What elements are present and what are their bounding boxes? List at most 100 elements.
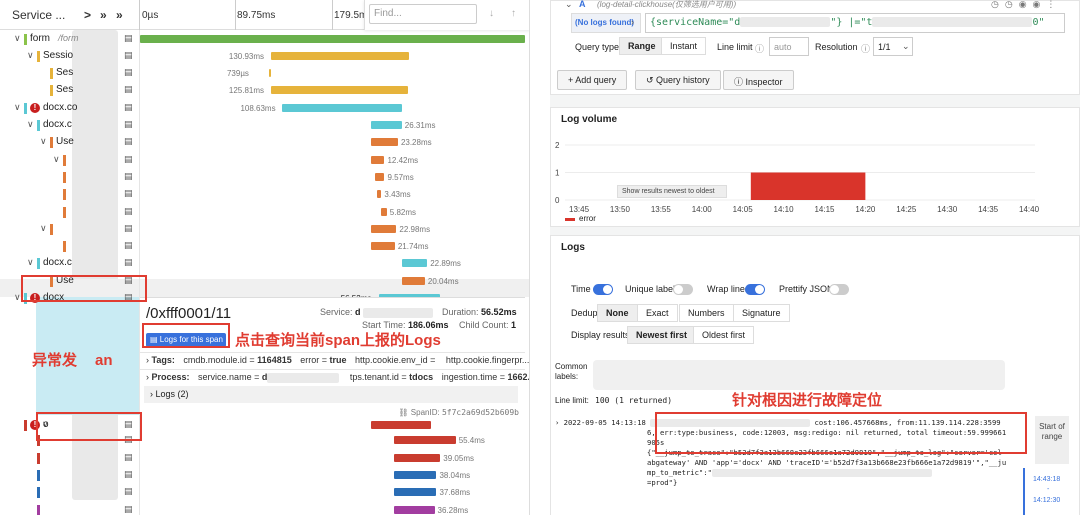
chevron-down-icon[interactable]: ∨: [53, 154, 60, 165]
span-row[interactable]: ∨ ▤ 22.98ms: [0, 221, 529, 238]
query-history-button[interactable]: ↺ Query history: [635, 70, 721, 90]
span-logs-icon[interactable]: ▤: [124, 223, 133, 234]
span-row[interactable]: ▤ 5.82ms: [0, 204, 529, 221]
unique-labels-label: Unique labels: [625, 284, 680, 294]
span-row[interactable]: ▤ 38.04ms: [0, 467, 529, 484]
span-duration-bar[interactable]: [282, 103, 402, 112]
chevron-down-icon[interactable]: ∨: [40, 223, 47, 234]
span-duration-bar[interactable]: [394, 488, 437, 497]
query-row-icons[interactable]: ◷◷◉◉⋮: [991, 0, 1061, 10]
expand-one-button[interactable]: »: [100, 8, 107, 22]
span-row[interactable]: ∨ Use ▤ 23.28ms: [0, 134, 529, 151]
logs-section[interactable]: › Logs (2): [144, 386, 518, 403]
collapse-one-button[interactable]: >: [84, 8, 91, 22]
span-row[interactable]: Ses ▤ 739µs: [0, 65, 529, 82]
span-row[interactable]: ▤ 39.05ms: [0, 450, 529, 467]
dedup-none[interactable]: None: [597, 304, 638, 322]
span-logs-icon[interactable]: ▤: [124, 154, 133, 165]
chevron-down-icon[interactable]: ∨: [40, 136, 47, 147]
span-logs-icon[interactable]: ▤: [124, 50, 133, 61]
span-duration-bar[interactable]: [371, 155, 385, 164]
span-row[interactable]: ∨! docx.co ▤ 108.63ms: [0, 100, 529, 117]
chevron-down-icon[interactable]: ∨: [14, 102, 21, 113]
span-row[interactable]: ▤ 36.28ms: [0, 502, 529, 515]
collapse-chevron-icon[interactable]: ⌄: [565, 0, 573, 10]
span-duration-bar[interactable]: [394, 453, 441, 462]
span-logs-icon[interactable]: ▤: [124, 240, 133, 251]
instant-option[interactable]: Instant: [661, 37, 707, 55]
span-row[interactable]: ∨ docx.c ▤ 26.31ms: [0, 117, 529, 134]
span-duration-bar[interactable]: [380, 207, 387, 216]
span-duration-bar[interactable]: [394, 470, 437, 479]
span-logs-icon[interactable]: ▤: [124, 188, 133, 199]
query-expression-input[interactable]: {serviceName="d "} |="t 0": [645, 13, 1065, 33]
span-logs-icon[interactable]: ▤: [124, 136, 133, 147]
span-logs-icon[interactable]: ▤: [124, 257, 133, 268]
span-duration-bar[interactable]: [371, 138, 398, 147]
dedup-exact[interactable]: Exact: [637, 304, 678, 322]
span-duration-bar[interactable]: [140, 34, 525, 43]
find-input[interactable]: Find...: [369, 4, 477, 24]
span-logs-icon[interactable]: ▤: [124, 33, 133, 44]
add-query-button[interactable]: + Add query: [557, 70, 628, 90]
find-prev-arrow-icon[interactable]: ↑: [511, 8, 516, 19]
span-duration-bar[interactable]: [371, 242, 395, 251]
unique-labels-toggle[interactable]: [673, 284, 693, 295]
start-of-range-button[interactable]: Start of range: [1035, 416, 1069, 464]
span-row[interactable]: ▤ 3.43ms: [0, 186, 529, 203]
service-column-header[interactable]: Service ...: [12, 8, 65, 22]
span-logs-icon[interactable]: ▤: [124, 67, 133, 78]
span-duration-bar[interactable]: [394, 436, 456, 445]
oldest-first-option[interactable]: Oldest first: [693, 326, 755, 344]
span-row[interactable]: ▤ 21.74ms: [0, 238, 529, 255]
span-logs-icon[interactable]: ▤: [124, 206, 133, 217]
range-option[interactable]: Range: [619, 37, 665, 55]
wrap-lines-toggle[interactable]: [745, 284, 765, 295]
span-duration-bar[interactable]: [374, 172, 385, 181]
chevron-down-icon[interactable]: ∨: [14, 33, 21, 44]
span-duration-bar[interactable]: [270, 86, 408, 95]
find-box: Find... ↓ ↑: [364, 0, 529, 30]
dedup-numbers[interactable]: Numbers: [679, 304, 734, 322]
span-logs-icon[interactable]: ▤: [124, 486, 133, 497]
volume-bar[interactable]: [750, 172, 866, 201]
span-row[interactable]: ∨ docx.c ▤ 22.89ms: [0, 255, 529, 272]
expand-all-button[interactable]: »: [116, 8, 123, 22]
span-duration-bar[interactable]: [371, 121, 402, 129]
resolution-select[interactable]: 1/1 ⌄: [873, 37, 913, 56]
span-logs-icon[interactable]: ▤: [124, 452, 133, 463]
span-logs-icon[interactable]: ▤: [124, 171, 133, 182]
span-duration-bar[interactable]: [371, 224, 397, 233]
chevron-down-icon[interactable]: ∨: [27, 50, 34, 61]
span-duration-bar[interactable]: [371, 421, 431, 429]
span-logs-icon[interactable]: ▤: [124, 504, 133, 515]
span-logs-icon[interactable]: ▤: [124, 469, 133, 480]
prettify-json-toggle[interactable]: [829, 284, 849, 295]
process-row[interactable]: › Process: service.name = d tps.tenant.i…: [146, 372, 529, 383]
span-duration-bar[interactable]: [268, 69, 271, 78]
line-limit-input[interactable]: auto: [769, 37, 809, 56]
find-next-arrow-icon[interactable]: ↓: [489, 8, 494, 19]
span-duration-bar[interactable]: [394, 505, 435, 514]
tags-row[interactable]: › Tags: cmdb.module.id = 1164815 error =…: [146, 355, 529, 365]
span-duration-bar[interactable]: [401, 259, 428, 268]
span-row[interactable]: ∨ ▤ 12.42ms: [0, 152, 529, 169]
chevron-down-icon[interactable]: ∨: [27, 257, 34, 268]
span-duration-bar[interactable]: [270, 51, 410, 60]
newest-first-option[interactable]: Newest first: [627, 326, 697, 344]
time-toggle[interactable]: [593, 284, 613, 295]
span-row[interactable]: ▤ 37.68ms: [0, 484, 529, 501]
chevron-down-icon[interactable]: ∨: [27, 119, 34, 130]
span-duration-bar[interactable]: [401, 276, 425, 285]
span-row[interactable]: Ses ▤ 125.81ms: [0, 82, 529, 99]
span-row[interactable]: ∨ Sessio ▤ 130.93ms: [0, 48, 529, 65]
span-row[interactable]: ▤ 9.57ms: [0, 169, 529, 186]
inspector-button[interactable]: ⓘ Inspector: [723, 70, 794, 90]
span-row[interactable]: ∨ form/form ▤: [0, 31, 529, 48]
dedup-signature[interactable]: Signature: [733, 304, 790, 322]
chevron-down-icon[interactable]: ∨: [14, 292, 21, 303]
span-logs-icon[interactable]: ▤: [124, 102, 133, 113]
span-logs-icon[interactable]: ▤: [124, 119, 133, 130]
span-duration-bar[interactable]: [376, 190, 382, 199]
span-logs-icon[interactable]: ▤: [124, 84, 133, 95]
